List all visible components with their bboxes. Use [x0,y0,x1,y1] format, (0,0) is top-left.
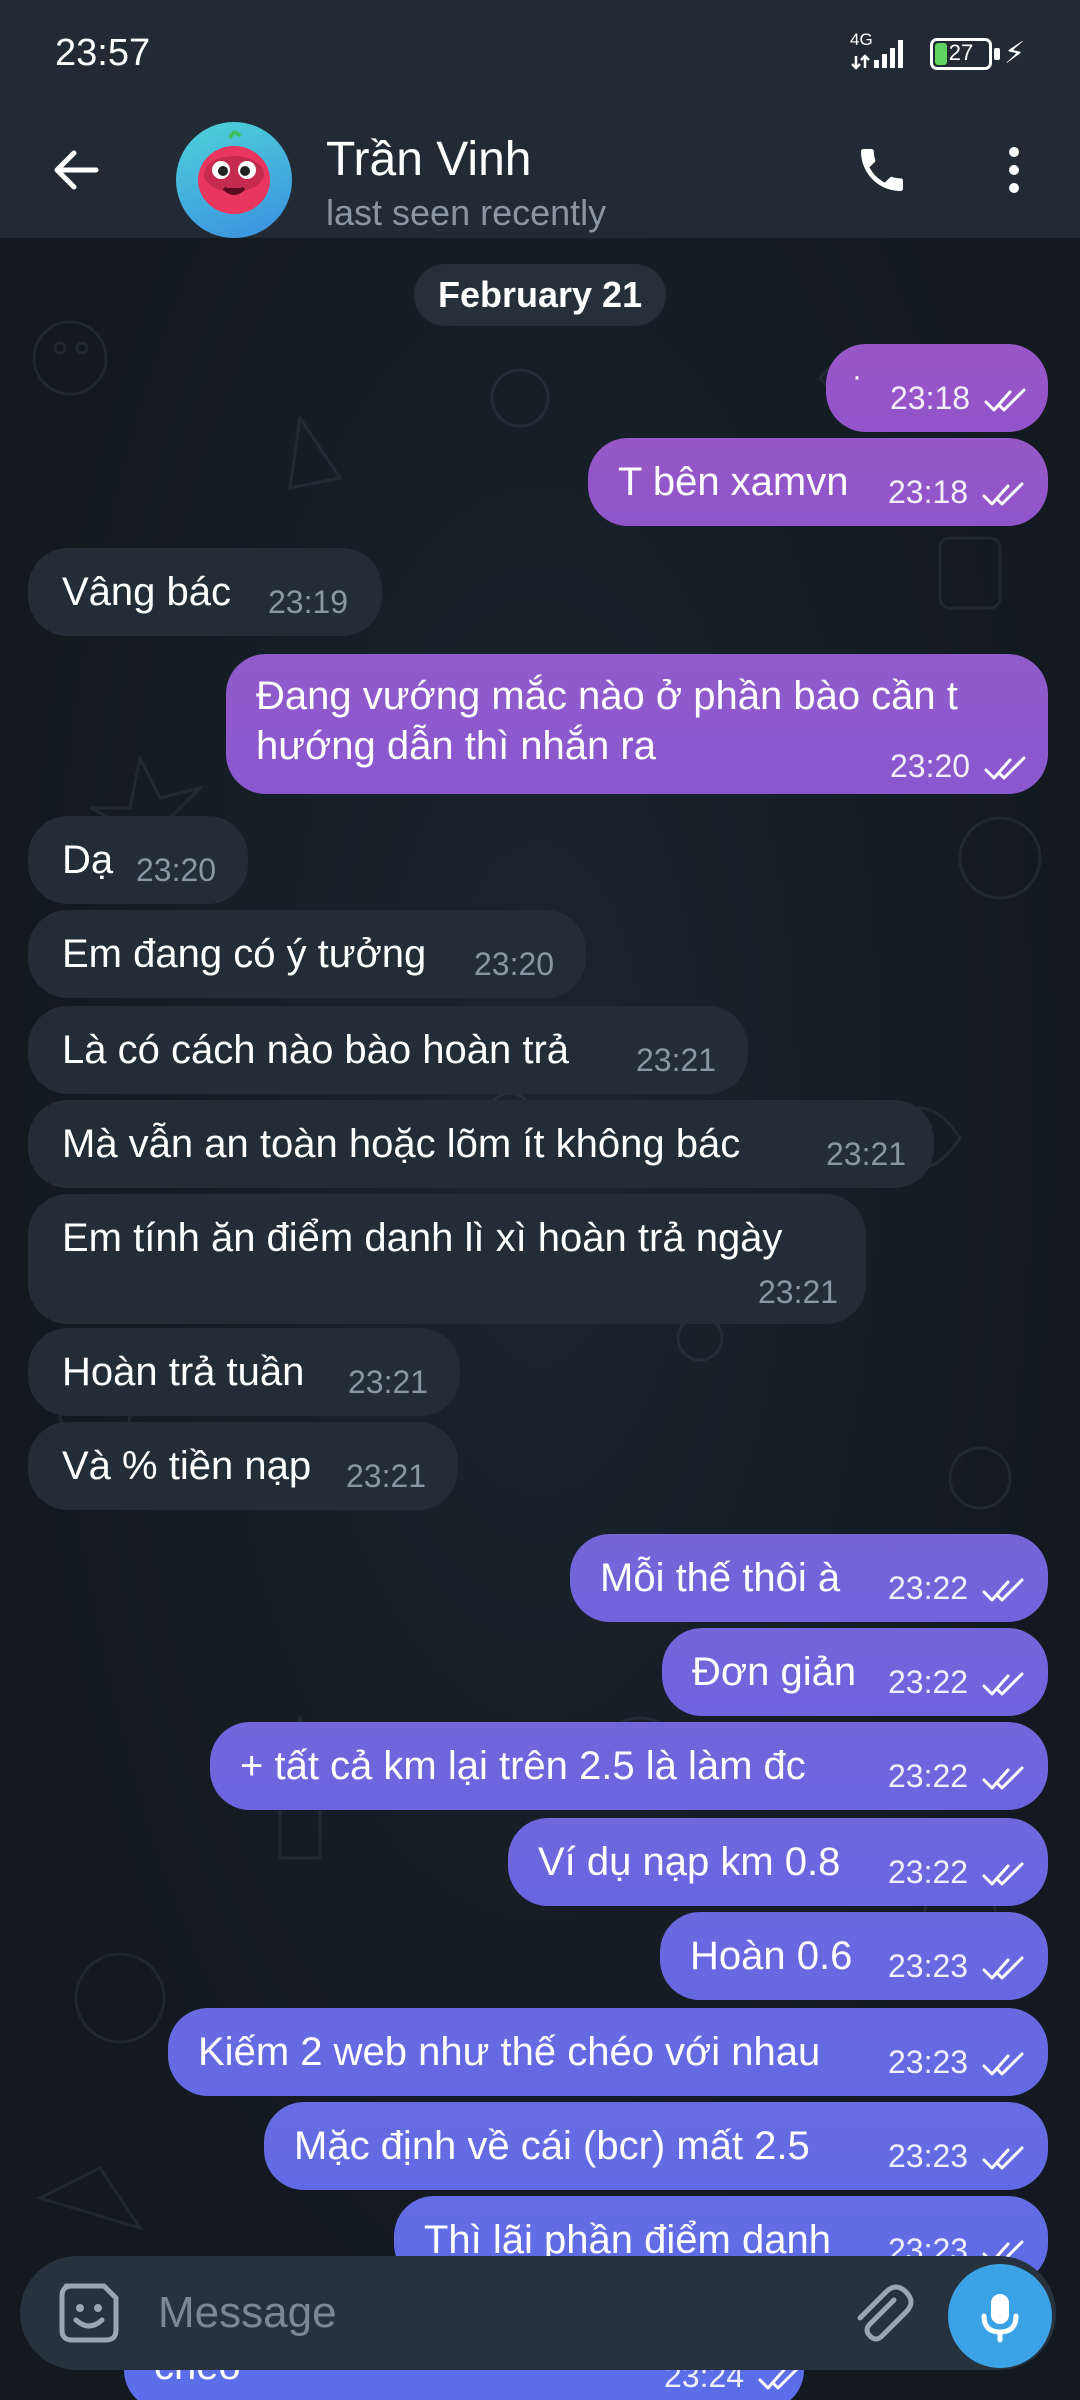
message-text: T bên xamvn [618,460,849,504]
message-time: 23:22 [888,1664,969,1700]
incoming-message[interactable]: Em đang có ý tưởng 23:20 [28,910,586,998]
battery-icon: 27 [930,38,992,70]
contact-status: last seen recently [326,192,607,233]
back-button[interactable] [40,130,112,210]
message-time: 23:23 [888,2138,969,2174]
outgoing-message[interactable]: T bên xamvn 23:18 [588,438,1048,526]
battery-tip [994,48,1000,60]
message-text: Và % tiền nạp [62,1444,312,1488]
incoming-message[interactable]: Mà vẫn an toàn hoặc lõm ít không bác 23:2… [28,1100,934,1188]
message-text: Hoàn 0.6 [690,1934,853,1978]
message-text: Mặc định về cái (bcr) mất 2.5 [294,2124,810,2168]
message-input[interactable] [158,2280,838,2346]
outgoing-message[interactable]: Ví dụ nạp km 0.8 23:22 [508,1818,1048,1906]
voice-record-button[interactable] [948,2264,1052,2368]
phone-icon [861,149,903,191]
chat-header: Trần Vinh last seen recently [0,110,1080,238]
message-text: Là có cách nào bào hoàn trả [62,1028,570,1072]
message-time: 23:20 [474,946,555,982]
message-time: 23:22 [888,1570,969,1606]
message-text: + tất cả km lại trên 2.5 là làm đc [240,1744,806,1788]
date-separator: February 21 [414,264,667,326]
read-checkmarks-icon [982,1956,1024,1980]
outgoing-message[interactable]: Kiếm 2 web như thế chéo với nhau 23:23 [168,2008,1048,2096]
incoming-message[interactable]: Hoàn trả tuần 23:21 [28,1328,460,1416]
message-time: 23:21 [826,1136,907,1172]
message-text: Dạ [62,838,114,882]
incoming-message[interactable]: Em tính ăn điểm danh lì xì hoàn trả ngày… [28,1194,866,1324]
message-time: 23:20 [890,748,971,784]
message-text: Vâng bác [62,570,232,614]
outgoing-message[interactable]: · 23:18 [826,344,1048,432]
sticker-smile-icon [59,2283,119,2343]
outgoing-message[interactable]: Hoàn 0.6 23:23 [660,1912,1048,2000]
paperclip-icon [857,2284,914,2342]
message-text: Hoàn trả tuần [62,1350,305,1394]
message-text: Mỗi thế thôi à [600,1556,841,1600]
composer [20,2256,1056,2370]
message-text: Kiếm 2 web như thế chéo với nhau [198,2030,821,2074]
message-time: 23:23 [888,2044,969,2080]
chat-area[interactable]: February 21 · 23:18 T bên xamvn 23:18 Vâng b… [0,238,1080,2400]
read-checkmarks-icon [984,756,1026,780]
read-checkmarks-icon [982,2146,1024,2170]
more-options-button[interactable] [990,130,1038,210]
outgoing-message[interactable]: Mặc định về cái (bcr) mất 2.5 23:23 [264,2102,1048,2190]
read-checkmarks-icon [982,1766,1024,1790]
message-time: 23:22 [888,1854,969,1890]
incoming-message[interactable]: Dạ 23:20 [28,816,248,904]
avatar[interactable] [176,122,292,238]
read-checkmarks-icon [982,1578,1024,1602]
message-time: 23:21 [348,1364,429,1400]
message-time: 23:18 [890,380,971,416]
message-time: 23:19 [268,584,349,620]
incoming-message[interactable]: Và % tiền nạp 23:21 [28,1422,458,1510]
emoji-button[interactable] [54,2278,124,2348]
read-checkmarks-icon [982,1862,1024,1886]
battery-level: 27 [948,40,974,65]
message-text: Em tính ăn điểm danh lì xì hoàn trả ngày [62,1216,783,1260]
signal-icon: 4G [850,30,910,74]
microphone-icon [981,2294,1019,2343]
status-bar: 23:57 4G 27 ⚡ [0,0,1080,110]
message-text: Đang vướng mắc nào ở phần bào cần t [256,674,958,718]
outgoing-message[interactable]: + tất cả km lại trên 2.5 là làm đc 23:22 [210,1722,1048,1810]
message-text: · [852,360,862,393]
message-time: 23:21 [636,1042,717,1078]
charging-icon: ⚡ [1004,37,1026,70]
message-text: Em đang có ý tưởng [62,932,427,976]
message-time: 23:20 [136,852,217,888]
message-time: 23:21 [758,1274,839,1310]
read-checkmarks-icon [982,2052,1024,2076]
message-time: 23:22 [888,1758,969,1794]
read-checkmarks-icon [984,388,1026,412]
message-text: Đơn giản [692,1650,857,1694]
attach-button[interactable] [846,2278,916,2348]
contact-name[interactable]: Trần Vinh [326,132,531,187]
outgoing-message[interactable]: Đang vướng mắc nào ở phần bào cần t hướng… [226,654,1048,794]
message-text: Ví dụ nạp km 0.8 [538,1840,841,1884]
message-text: Mà vẫn an toàn hoặc lõm ít không bác [62,1122,741,1166]
incoming-message[interactable]: Là có cách nào bào hoàn trả 23:21 [28,1006,748,1094]
arrow-left-icon [54,150,99,190]
status-time: 23:57 [55,32,151,74]
message-time: 23:18 [888,474,969,510]
outgoing-message[interactable]: Đơn giản 23:22 [662,1628,1048,1716]
read-checkmarks-icon [982,482,1024,506]
more-vertical-icon [1009,147,1019,193]
call-button[interactable] [846,130,918,210]
message-text-line2: hướng dẫn thì nhắn ra [256,724,656,768]
incoming-message[interactable]: Vâng bác 23:19 [28,548,382,636]
read-checkmarks-icon [982,1672,1024,1696]
message-time: 23:21 [346,1458,427,1494]
outgoing-message[interactable]: Mỗi thế thôi à 23:22 [570,1534,1048,1622]
message-time: 23:23 [888,1948,969,1984]
